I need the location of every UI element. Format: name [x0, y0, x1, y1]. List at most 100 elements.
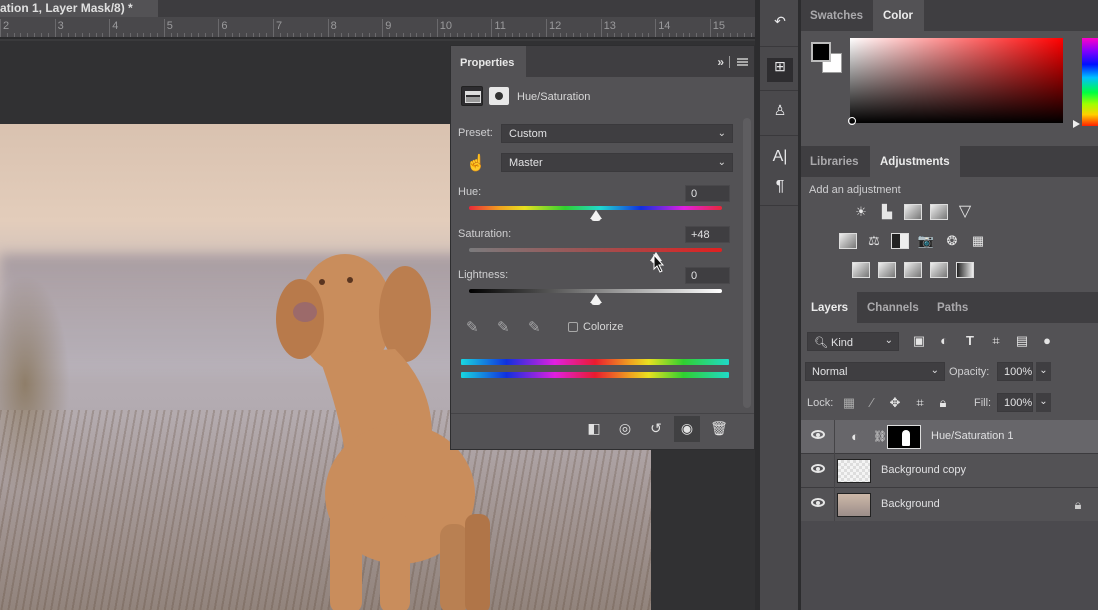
layers-empty-area: [801, 521, 1098, 610]
tab-channels[interactable]: Channels: [857, 292, 927, 323]
photo-filter-icon[interactable]: 📷: [917, 233, 935, 249]
layer-name[interactable]: Background copy: [881, 464, 966, 476]
hue-saturation-icon[interactable]: [461, 86, 483, 106]
clone-source-icon[interactable]: ♙: [767, 102, 793, 126]
history-icon[interactable]: ↶: [767, 13, 793, 37]
lock-position-icon[interactable]: ✥: [886, 395, 904, 411]
filter-toggle-icon[interactable]: ●: [1039, 333, 1055, 349]
ruler-minor-tick: [730, 33, 732, 37]
layer-name[interactable]: Background: [881, 498, 940, 510]
fill-label: Fill:: [974, 397, 992, 409]
eyedropper-subtract-icon[interactable]: ✎: [528, 318, 546, 336]
adjustment-presets-icon[interactable]: ⊞: [767, 58, 793, 82]
color-picker-marker[interactable]: [848, 117, 856, 125]
fill-dropdown-button[interactable]: ⌄: [1036, 393, 1051, 412]
layer-thumbnail[interactable]: [837, 493, 871, 517]
layer-row[interactable]: ◐ ⛓ Hue/Saturation 1: [801, 420, 1098, 454]
tab-color[interactable]: Color: [873, 0, 924, 31]
clip-to-layer-icon[interactable]: ◧: [582, 420, 606, 438]
layer-name[interactable]: Hue/Saturation 1: [931, 430, 1014, 442]
color-picker-field[interactable]: [850, 38, 1063, 123]
layer-mask-icon[interactable]: [489, 87, 509, 105]
lock-artboard-icon[interactable]: ⌗: [911, 395, 929, 411]
hue-value-field[interactable]: 0: [685, 185, 730, 202]
channel-select[interactable]: Master ⌄: [501, 153, 733, 172]
gradient-map-icon[interactable]: [956, 262, 974, 278]
lightness-slider-track[interactable]: [469, 289, 722, 293]
layer-filter-select[interactable]: 🔍︎ Kind ⌄: [807, 332, 899, 351]
tab-adjustments[interactable]: Adjustments: [870, 146, 960, 177]
adjustment-layer-filter-icon[interactable]: ◐: [936, 333, 952, 349]
layer-row[interactable]: Background 🔒︎: [801, 488, 1098, 522]
saturation-label: Saturation:: [458, 228, 512, 240]
delete-icon[interactable]: 🗑: [707, 420, 731, 438]
opacity-dropdown-button[interactable]: ⌄: [1036, 362, 1051, 381]
layer-thumbnail[interactable]: [837, 459, 871, 483]
lock-all-icon[interactable]: 🔒︎: [934, 395, 952, 411]
blend-mode-select[interactable]: Normal ⌄: [805, 362, 945, 381]
ruler-minor-tick: [416, 33, 418, 37]
tab-swatches[interactable]: Swatches: [801, 0, 873, 31]
foreground-color-swatch[interactable]: [811, 42, 831, 62]
targeted-adjustment-hand-icon[interactable]: ☝: [466, 153, 486, 173]
saturation-value-field[interactable]: +48: [685, 226, 730, 243]
tab-libraries[interactable]: Libraries: [801, 146, 870, 177]
ruler-minor-tick: [621, 33, 623, 37]
pixel-layer-filter-icon[interactable]: ▣: [911, 333, 927, 349]
color-lookup-icon[interactable]: ▦: [969, 233, 987, 249]
tab-properties[interactable]: Properties: [451, 46, 526, 77]
layer-row[interactable]: Background copy: [801, 454, 1098, 488]
selective-color-icon[interactable]: [930, 262, 948, 278]
shape-layer-filter-icon[interactable]: ⌗: [988, 333, 1004, 349]
brightness-contrast-icon[interactable]: ☀: [852, 204, 870, 220]
character-icon[interactable]: A|: [767, 148, 793, 172]
reset-icon[interactable]: ↺: [644, 420, 668, 438]
lightness-slider-thumb[interactable]: [589, 294, 602, 305]
tab-paths[interactable]: Paths: [927, 292, 977, 323]
fill-field[interactable]: 100%: [997, 393, 1033, 412]
view-previous-state-icon[interactable]: ◎: [613, 420, 637, 438]
lightness-value-field[interactable]: 0: [685, 267, 730, 284]
hue-slider-pointer[interactable]: [1073, 120, 1080, 128]
threshold-icon[interactable]: [904, 262, 922, 278]
colorize-checkbox[interactable]: [568, 322, 578, 332]
channel-mixer-icon[interactable]: ❂: [943, 233, 961, 249]
curves-icon[interactable]: [904, 204, 922, 220]
opacity-field[interactable]: 100%: [997, 362, 1033, 381]
color-balance-icon[interactable]: ⚖: [865, 233, 883, 249]
saturation-slider-track[interactable]: [469, 248, 722, 252]
hue-slider-thumb[interactable]: [589, 210, 602, 221]
document-tab[interactable]: ation 1, Layer Mask/8) *: [0, 0, 158, 17]
posterize-icon[interactable]: [878, 262, 896, 278]
black-white-icon[interactable]: [891, 233, 909, 249]
dog-mask-shape: [902, 430, 910, 446]
exposure-icon[interactable]: [930, 204, 948, 220]
preset-select[interactable]: Custom ⌄: [501, 124, 733, 143]
type-layer-filter-icon[interactable]: T: [962, 333, 978, 349]
tab-layers[interactable]: Layers: [801, 292, 857, 323]
eyedropper-add-icon[interactable]: ✎: [497, 318, 515, 336]
layer-mask-thumbnail[interactable]: [887, 425, 921, 449]
properties-scrollbar[interactable]: [743, 118, 751, 408]
visibility-eye-icon[interactable]: [811, 498, 825, 507]
smart-object-filter-icon[interactable]: ▤: [1014, 333, 1030, 349]
vibrance-icon[interactable]: ▽: [956, 204, 974, 220]
strip-divider: [760, 205, 798, 206]
visibility-eye-icon[interactable]: [811, 464, 825, 473]
collapse-panel-icon[interactable]: »: [717, 55, 724, 69]
hue-spectrum-slider[interactable]: [1082, 38, 1098, 126]
paragraph-icon[interactable]: ¶: [767, 178, 793, 202]
visibility-eye-icon[interactable]: [811, 430, 825, 439]
ruler-minor-tick: [300, 33, 302, 37]
mouse-cursor-icon: [653, 254, 665, 273]
levels-icon[interactable]: ▙: [878, 204, 896, 220]
visibility-icon[interactable]: ◉: [675, 420, 699, 438]
hue-saturation-icon[interactable]: [839, 233, 857, 249]
eye-column-divider: [834, 454, 835, 488]
ruler-label: 4: [112, 20, 119, 32]
lock-transparent-pixels-icon[interactable]: ▦: [840, 395, 858, 411]
lock-image-pixels-icon[interactable]: ⁄: [863, 395, 881, 411]
invert-icon[interactable]: [852, 262, 870, 278]
eyedropper-icon[interactable]: ✎: [466, 318, 484, 336]
panel-menu-icon[interactable]: [737, 58, 748, 66]
